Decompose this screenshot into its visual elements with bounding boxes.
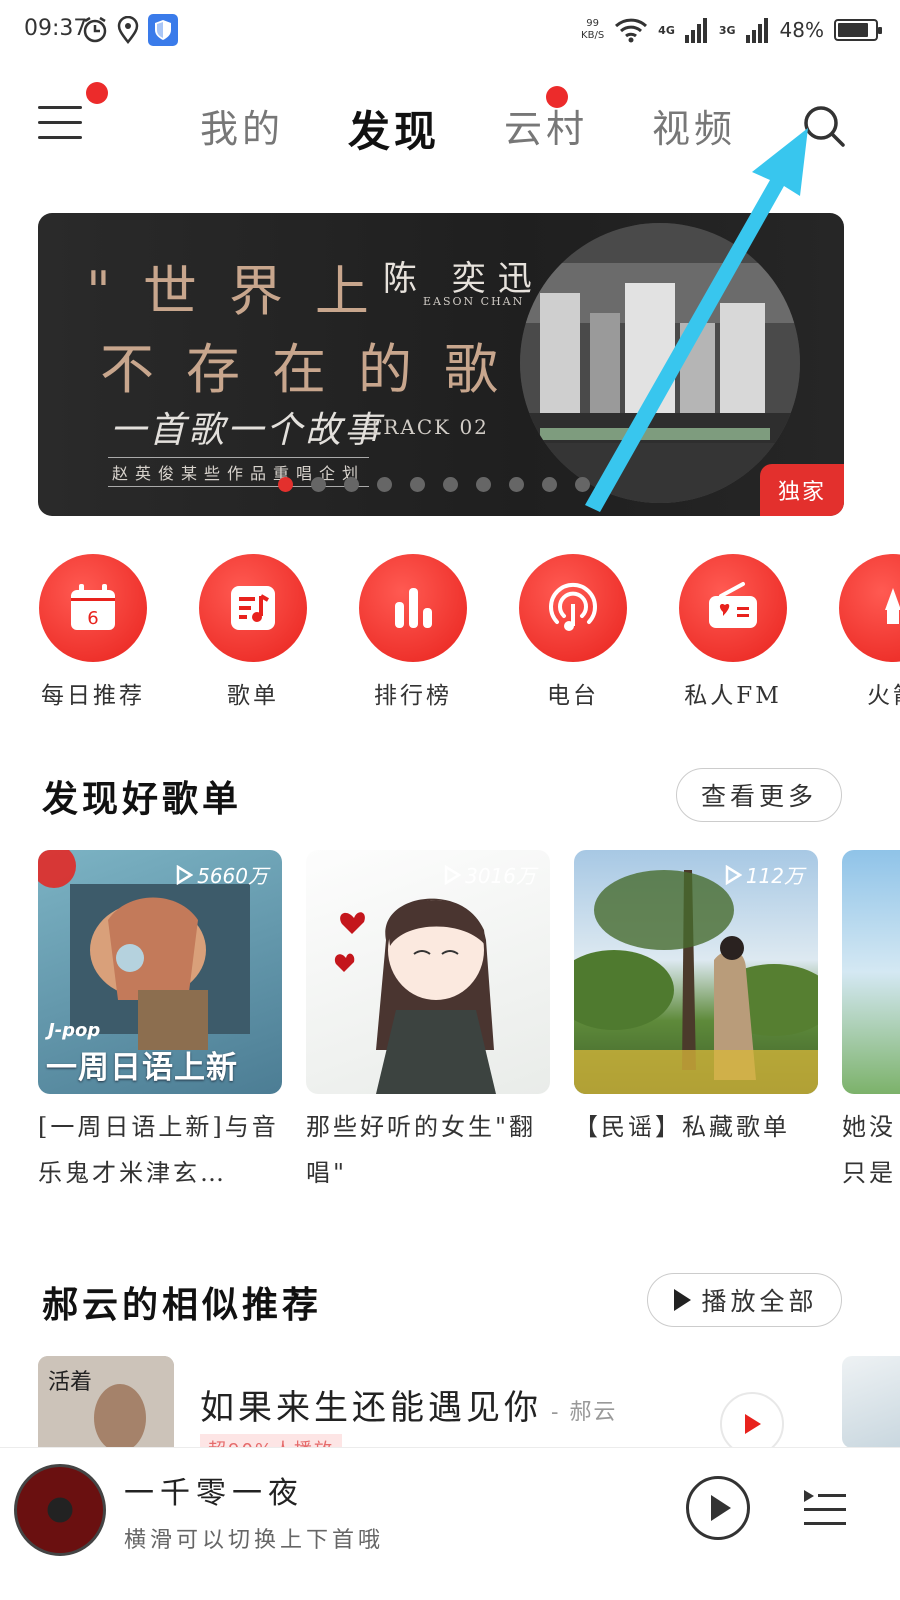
location-icon <box>117 16 139 44</box>
top-nav: 我的 发现 云村 视频 <box>0 70 900 180</box>
playlist-cover: 5660万 J-pop 一周日语上新 <box>38 850 282 1094</box>
banner-pager <box>278 477 590 492</box>
view-more-button[interactable]: 查看更多 <box>676 768 842 822</box>
playlist-title: [一周日语上新]与音乐鬼才米津玄… <box>38 1113 279 1187</box>
banner-artist: 陈 奕迅 <box>383 259 544 299</box>
pager-dot[interactable] <box>443 477 458 492</box>
play-icon <box>711 1495 731 1521</box>
playlist-card[interactable]: 她没只是 <box>842 850 900 1190</box>
menu-notification-dot <box>86 82 108 104</box>
signal-icon <box>684 18 707 43</box>
song-title: 如果来生还能遇见你 - 郝云 <box>200 1388 618 1428</box>
quick-personal-fm[interactable]: 私人FM <box>653 554 813 710</box>
playlist-card[interactable]: 3016万 那些好听的女生"翻唱" <box>306 850 550 1190</box>
play-pause-button[interactable] <box>686 1476 750 1540</box>
play-count-icon <box>176 864 194 885</box>
tab-mine[interactable]: 我的 <box>200 98 284 159</box>
play-icon <box>745 1414 761 1434</box>
status-right: 99 KB/S 4G 3G 48% <box>581 12 882 48</box>
song-artist: - 郝云 <box>542 1400 618 1425</box>
playlist-section-title: 发现好歌单 <box>42 778 243 820</box>
pager-dot[interactable] <box>278 477 293 492</box>
play-count-icon <box>444 864 462 885</box>
playlist-queue-icon[interactable] <box>800 1484 848 1532</box>
play-all-button[interactable]: 播放全部 <box>647 1273 842 1327</box>
playlist-cover: 112万 <box>574 850 818 1094</box>
now-playing-cover <box>14 1464 106 1556</box>
radio-icon <box>549 582 597 631</box>
network-type-1: 4G <box>658 23 675 37</box>
quick-rocket[interactable]: 火箭 <box>813 554 900 710</box>
tab-video[interactable]: 视频 <box>652 98 736 159</box>
main-tabs: 我的 发现 云村 视频 <box>200 98 736 159</box>
playlist-title: 她没只是 <box>842 1113 896 1187</box>
signal-icon-2 <box>745 18 768 43</box>
next-song-cover <box>842 1356 900 1448</box>
banner-track: TRACK 02 <box>368 415 489 439</box>
play-count: 5660万 <box>175 860 268 889</box>
play-count: 112万 <box>724 860 804 889</box>
svg-text:6: 6 <box>87 608 98 629</box>
playlist-cover <box>842 850 900 1094</box>
now-playing-title: 一千零一夜 <box>124 1476 304 1511</box>
playlist-card[interactable]: 112万 【民谣】私藏歌单 <box>574 850 818 1150</box>
pager-dot[interactable] <box>311 477 326 492</box>
pager-dot[interactable] <box>575 477 590 492</box>
pager-dot[interactable] <box>377 477 392 492</box>
quick-daily-recommend[interactable]: 6 每日推荐 <box>13 554 173 710</box>
now-playing-hint: 横滑可以切换上下首哦 <box>124 1528 385 1553</box>
cover-text: 一周日语上新 <box>46 1050 238 1086</box>
banner-artist-en: EASON CHAN <box>423 295 525 308</box>
search-icon[interactable] <box>800 102 848 150</box>
chart-icon <box>395 588 432 628</box>
cover-tag: J-pop <box>48 1020 101 1041</box>
quick-radio[interactable]: 电台 <box>493 554 653 710</box>
play-count: 3016万 <box>443 860 536 889</box>
banner-city-photo <box>520 223 800 503</box>
status-time: 09:37 <box>24 16 88 41</box>
playlist-cover: 3016万 <box>306 850 550 1094</box>
song-cover-text: 活着 <box>48 1370 93 1395</box>
network-speed: 99 KB/S <box>581 18 605 41</box>
pager-dot[interactable] <box>344 477 359 492</box>
quick-charts[interactable]: 排行榜 <box>333 554 493 710</box>
banner-script: 一首歌一个故事 <box>110 410 384 451</box>
play-count-icon <box>725 864 742 885</box>
status-bar: 09:37 99 KB/S 4G 3G 48% <box>0 0 900 62</box>
exclusive-badge: 独家 <box>760 464 844 516</box>
similar-section-title: 郝云的相似推荐 <box>42 1284 323 1326</box>
playlist-title: 【民谣】私藏歌单 <box>574 1113 790 1141</box>
playlist-row: 5660万 J-pop 一周日语上新 [一周日语上新]与音乐鬼才米津玄… 301… <box>0 850 900 1190</box>
playlist-icon <box>231 586 275 630</box>
fm-icon <box>709 582 757 628</box>
banner-line-1: "世界上 <box>86 260 401 323</box>
pager-dot[interactable] <box>542 477 557 492</box>
playlist-title: 那些好听的女生"翻唱" <box>306 1113 537 1187</box>
battery-icon <box>834 19 882 41</box>
battery-percent: 48% <box>779 18 824 42</box>
pager-dot[interactable] <box>410 477 425 492</box>
calendar-icon: 6 <box>71 584 115 630</box>
play-icon <box>674 1289 692 1311</box>
quick-links: 6 每日推荐 歌单 排行榜 电台 私人FM 火 <box>0 554 900 714</box>
wifi-icon <box>615 18 648 43</box>
quick-playlists[interactable]: 歌单 <box>173 554 333 710</box>
tab-cloud-village[interactable]: 云村 <box>504 98 588 159</box>
mini-player[interactable]: 一千零一夜 横滑可以切换上下首哦 <box>0 1447 900 1600</box>
tab-discover[interactable]: 发现 <box>348 98 440 159</box>
song-item[interactable]: 活着 如果来生还能遇见你 - 郝云 超90%人播放 <box>38 1356 900 1476</box>
shield-icon <box>148 14 178 46</box>
banner-line-2: 不存在的歌" <box>100 338 587 401</box>
alarm-icon <box>83 16 107 43</box>
rocket-icon <box>885 588 900 624</box>
promo-banner[interactable]: "世界上 不存在的歌" 陈 奕迅 EASON CHAN 一首歌一个故事 TRAC… <box>38 213 844 516</box>
network-type-2: 3G <box>718 23 736 37</box>
menu-button[interactable] <box>38 106 82 146</box>
playlist-card[interactable]: 5660万 J-pop 一周日语上新 [一周日语上新]与音乐鬼才米津玄… <box>38 850 282 1190</box>
cloud-village-notification-dot <box>546 86 568 108</box>
pager-dot[interactable] <box>476 477 491 492</box>
pager-dot[interactable] <box>509 477 524 492</box>
